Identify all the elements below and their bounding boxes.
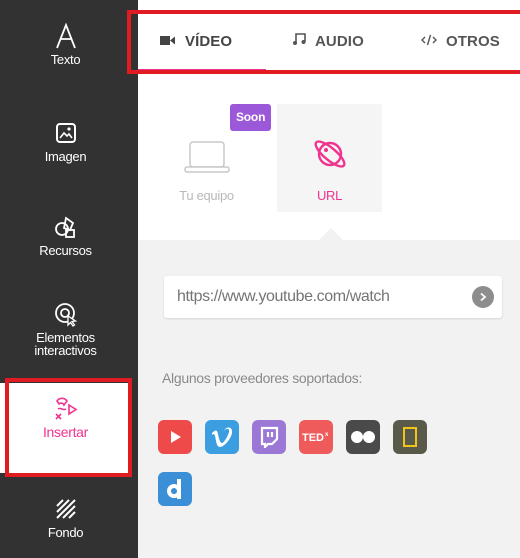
sidebar-item-image[interactable]: Imagen <box>0 119 131 163</box>
chevron-right-icon <box>480 292 487 302</box>
source-option-url[interactable]: URL <box>277 104 382 212</box>
planet-icon <box>310 112 350 174</box>
url-input[interactable] <box>164 276 456 318</box>
twitch-icon <box>252 420 286 454</box>
sidebar-item-background[interactable]: Fondo <box>0 495 131 539</box>
sidebar-item-text[interactable]: Texto <box>0 22 131 66</box>
svg-text:x: x <box>325 432 329 438</box>
insert-highlight-box <box>5 378 132 477</box>
soon-badge: Soon <box>230 104 272 131</box>
resources-icon <box>54 213 78 241</box>
source-label: URL <box>316 188 343 203</box>
sidebar-item-label: Elementos interactivos <box>34 330 97 358</box>
providers-label: Algunos proveedores soportados: <box>162 370 363 386</box>
ted-icon: TED x <box>299 420 333 454</box>
sidebar-item-label: Fondo <box>47 525 84 540</box>
source-option-computer[interactable]: Tu equipo Soon <box>154 104 272 212</box>
flickr-icon <box>346 420 380 454</box>
text-icon <box>55 22 77 50</box>
sidebar-item-resources[interactable]: Recursos <box>0 213 131 257</box>
svg-text:TED: TED <box>302 432 324 444</box>
frame-icon <box>393 420 427 454</box>
tabs-highlight-box <box>127 10 520 74</box>
url-input-container <box>164 276 502 318</box>
sidebar-item-label: Imagen <box>44 149 87 164</box>
url-input-panel: Algunos proveedores soportados: TEDx <box>138 240 520 558</box>
interactive-elements-icon <box>54 300 78 328</box>
selection-pointer <box>319 228 343 240</box>
source-label: Tu equipo <box>179 188 234 203</box>
youtube-icon <box>158 420 192 454</box>
dailymotion-icon <box>158 472 192 506</box>
background-icon <box>54 495 78 523</box>
source-panel: Tu equipo Soon URL <box>138 74 520 240</box>
laptop-icon <box>183 112 230 174</box>
image-icon <box>55 119 77 147</box>
sidebar-item-label: Texto <box>50 52 81 67</box>
sidebar-item-interactive-elements[interactable]: Elementos interactivos <box>0 300 131 357</box>
vimeo-icon <box>205 420 239 454</box>
sidebar-item-label: Recursos <box>39 243 92 258</box>
submit-url-button[interactable] <box>472 286 494 308</box>
